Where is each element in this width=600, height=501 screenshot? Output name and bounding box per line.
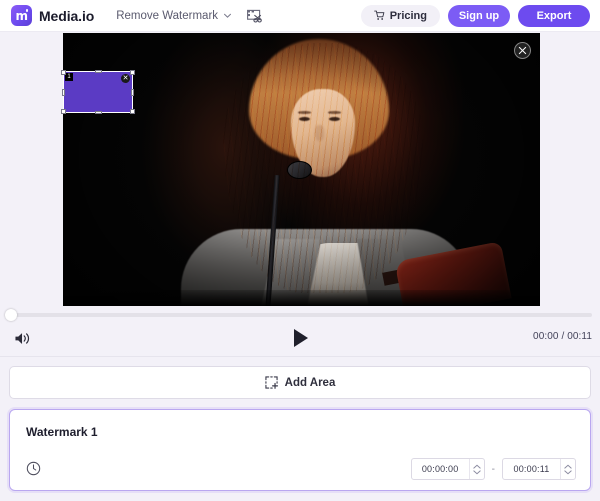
chevron-up-icon[interactable] bbox=[472, 464, 481, 469]
resize-handle-e[interactable] bbox=[131, 89, 134, 96]
add-area-label: Add Area bbox=[284, 376, 336, 389]
resize-handle-ne[interactable] bbox=[130, 70, 135, 75]
controls-divider bbox=[0, 356, 600, 357]
resize-handle-sw[interactable] bbox=[61, 109, 66, 114]
brand-name: Media.io bbox=[39, 7, 95, 24]
signup-button[interactable]: Sign up bbox=[448, 4, 510, 27]
resize-handle-se[interactable] bbox=[130, 109, 135, 114]
watermark-panel[interactable]: Watermark 1 00:00:00 - 00:00:11 bbox=[9, 409, 591, 491]
stage-floor bbox=[63, 290, 540, 306]
header-actions: Pricing Sign up Export bbox=[360, 4, 590, 27]
seek-track[interactable] bbox=[8, 313, 592, 317]
selection-index-badge: 1 bbox=[65, 73, 73, 81]
video-cut-icon[interactable] bbox=[246, 8, 262, 24]
close-video-button[interactable] bbox=[514, 42, 531, 59]
close-icon bbox=[518, 46, 527, 55]
start-time-stepper[interactable] bbox=[468, 459, 484, 479]
chevron-up-icon[interactable] bbox=[564, 464, 572, 469]
app-header: m Media.io Remove Watermark Pricing Sign… bbox=[0, 0, 600, 32]
resize-handle-nw[interactable] bbox=[61, 70, 66, 75]
resize-handle-w[interactable] bbox=[62, 89, 65, 96]
brand[interactable]: m Media.io bbox=[11, 5, 94, 26]
cart-icon bbox=[373, 10, 385, 20]
mediaio-logo-icon: m bbox=[11, 5, 32, 26]
end-time-input[interactable]: 00:00:11 bbox=[502, 458, 576, 480]
app-root: m Media.io Remove Watermark Pricing Sign… bbox=[0, 0, 600, 501]
video-stage: 1 ✕ bbox=[0, 32, 600, 306]
seek-bar[interactable] bbox=[0, 307, 600, 323]
watermark-selection-box[interactable]: 1 ✕ bbox=[61, 70, 135, 114]
start-time-input[interactable]: 00:00:00 bbox=[410, 458, 485, 480]
play-button[interactable] bbox=[292, 328, 310, 348]
add-area-icon bbox=[265, 376, 278, 389]
time-range-separator: - bbox=[491, 463, 495, 475]
volume-icon[interactable] bbox=[14, 331, 31, 346]
end-time-value: 00:00:11 bbox=[513, 464, 550, 474]
seek-handle[interactable] bbox=[5, 309, 17, 321]
resize-handle-s[interactable] bbox=[95, 111, 102, 114]
add-area-button[interactable]: Add Area bbox=[9, 366, 591, 399]
chevron-down-icon[interactable] bbox=[472, 469, 481, 475]
tool-selector-label: Remove Watermark bbox=[116, 9, 219, 22]
selection-close-icon[interactable]: ✕ bbox=[121, 74, 130, 83]
end-time-stepper[interactable] bbox=[560, 459, 575, 479]
pricing-label: Pricing bbox=[389, 9, 427, 22]
time-display: 00:00 / 00:11 bbox=[533, 331, 592, 342]
start-time-value: 00:00:00 bbox=[421, 464, 459, 474]
tool-selector[interactable]: Remove Watermark bbox=[116, 10, 232, 22]
watermark-title: Watermark 1 bbox=[26, 425, 98, 439]
pricing-button[interactable]: Pricing bbox=[360, 4, 440, 27]
chevron-down-icon bbox=[224, 13, 232, 18]
chevron-down-icon[interactable] bbox=[564, 469, 572, 475]
watermark-time-range: 00:00:00 - 00:00:11 bbox=[410, 458, 576, 480]
logo-dot bbox=[25, 9, 28, 12]
resize-handle-n[interactable] bbox=[95, 70, 102, 73]
export-button[interactable]: Export bbox=[518, 4, 590, 27]
clock-icon bbox=[26, 461, 41, 476]
player-controls: 00:00 / 00:11 bbox=[0, 322, 600, 354]
